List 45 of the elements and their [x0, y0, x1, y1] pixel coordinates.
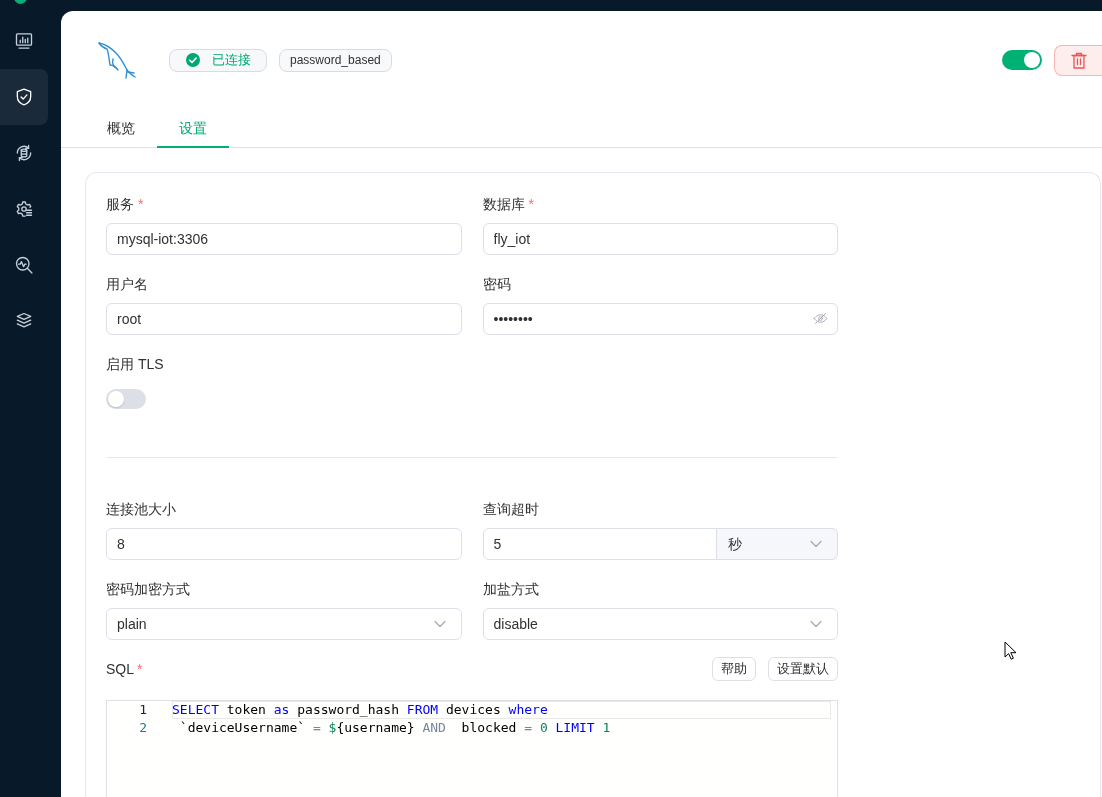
required-mark: * — [138, 195, 144, 214]
code-editor[interactable]: 1 SELECT token as password_hash FROM devices where 2 `deviceUsername` = ${username} AND blocked = 0 LIMIT 1 — [106, 700, 838, 797]
field-label: 密码 — [482, 275, 511, 294]
database-sync-icon — [14, 143, 34, 163]
password-field[interactable]: •••••••• — [482, 303, 838, 335]
required-mark: * — [528, 195, 534, 214]
input-field[interactable]: 5 — [482, 528, 717, 560]
toggle-switch[interactable] — [106, 389, 146, 409]
delete-button[interactable] — [1054, 44, 1102, 76]
input-field[interactable]: 8 — [106, 528, 462, 560]
bar-chart-icon — [14, 31, 34, 51]
code-line: SELECT token as password_hash FROM devices where — [172, 701, 831, 719]
select-field[interactable]: plain — [106, 608, 462, 640]
dolphin-icon — [97, 40, 137, 80]
search-pulse-icon — [14, 255, 34, 275]
auth-tag: password_based — [279, 48, 392, 72]
field-label: 服务 — [106, 195, 134, 214]
code-line: `deviceUsername` = ${username} AND blocked = 0 LIMIT 1 — [178, 719, 612, 737]
input-field[interactable]: root — [106, 303, 462, 335]
field-label: SQL — [106, 660, 134, 679]
field-label: 数据库 — [482, 195, 525, 214]
field-label: 启用 TLS — [106, 355, 164, 374]
shield-check-icon — [14, 87, 34, 107]
text-button[interactable]: 设置默认 — [768, 657, 838, 681]
field-label: 密码加密方式 — [106, 580, 190, 599]
tab[interactable]: 概览 — [85, 110, 157, 148]
mouse-pointer-icon — [1004, 641, 1017, 660]
unit-select[interactable]: 秒 — [717, 528, 838, 560]
toggle-switch[interactable] — [1002, 50, 1042, 70]
required-mark: * — [137, 660, 143, 679]
text-button[interactable]: 帮助 — [712, 657, 756, 681]
field-label: 查询超时 — [482, 500, 539, 519]
field-label: 用户名 — [106, 275, 148, 294]
check-circle-icon — [186, 53, 200, 67]
gear-icon — [14, 199, 34, 219]
field-label: 连接池大小 — [106, 500, 176, 519]
status-label: 已连接 — [212, 51, 251, 70]
input-field[interactable]: mysql-iot:3306 — [106, 223, 462, 255]
sidebar-item[interactable] — [0, 69, 48, 125]
field-label: 加盐方式 — [482, 580, 539, 599]
input-field[interactable]: fly_iot — [482, 223, 838, 255]
line-number: 1 — [138, 701, 147, 719]
trash-icon — [1070, 51, 1087, 69]
select-field[interactable]: disable — [482, 608, 838, 640]
line-number: 2 — [138, 719, 147, 737]
